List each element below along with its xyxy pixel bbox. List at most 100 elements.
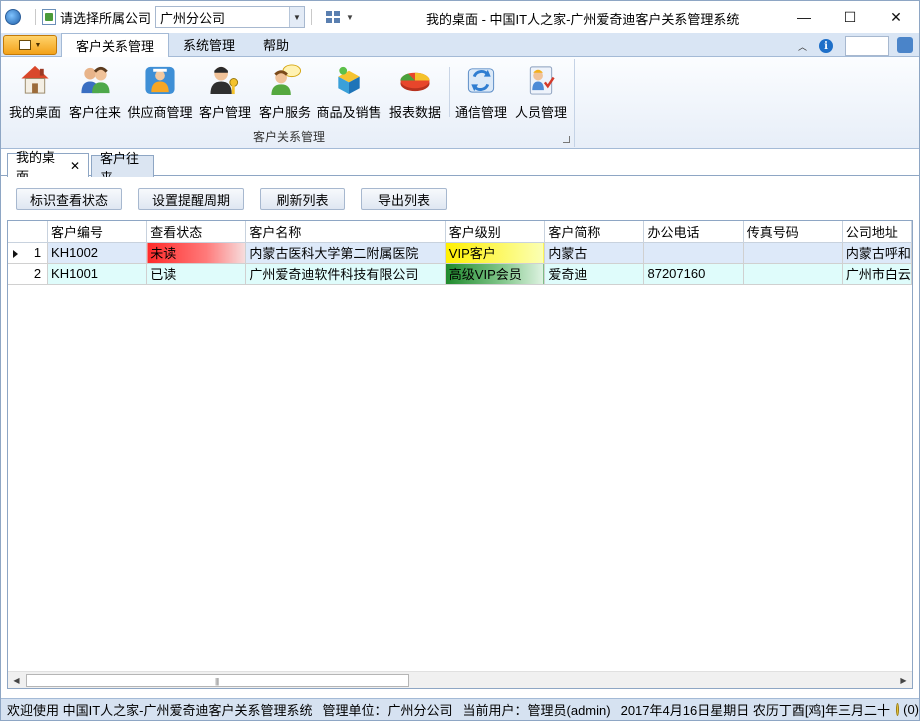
table-row[interactable]: 2 KH1001 已读 广州爱奇迪软件科技有限公司 高级VIP会员 爱奇迪 87…: [8, 263, 912, 285]
column-header[interactable]: 客户级别: [445, 221, 546, 243]
ribbon-button-staff[interactable]: 人员管理: [515, 61, 567, 121]
pie-chart-icon: [400, 72, 430, 92]
ribbon-button-desktop[interactable]: 我的桌面: [9, 61, 61, 121]
user-key-icon: [210, 66, 239, 95]
cell-customer-level[interactable]: VIP客户: [445, 242, 546, 264]
group-launcher-icon[interactable]: [563, 136, 570, 143]
tab-system[interactable]: 系统管理: [169, 33, 249, 56]
supplier-icon: [145, 66, 175, 95]
column-header[interactable]: 办公电话: [643, 221, 744, 243]
ribbon-button-label: 报表数据: [389, 105, 442, 120]
horizontal-scrollbar[interactable]: ◀ ||| ▶: [8, 671, 912, 688]
ribbon-group-label: 客户关系管理: [252, 130, 325, 144]
goods-icon: [338, 66, 360, 95]
scrollbar-grip: |||: [215, 677, 219, 686]
minimize-button[interactable]: —: [781, 1, 827, 33]
chevron-down-icon: ▼: [34, 41, 42, 49]
close-button[interactable]: ✕: [873, 1, 919, 33]
ribbon-separator: [449, 67, 450, 117]
status-notification-count: (0): [903, 702, 919, 717]
ribbon-button-reports[interactable]: 报表数据: [389, 61, 441, 121]
quick-access-toolbar: 请选择所属公司 广州分公司 ▼ ▼: [1, 1, 354, 33]
scrollbar-thumb[interactable]: |||: [26, 674, 409, 687]
export-list-button[interactable]: 导出列表: [361, 188, 447, 210]
set-reminder-button[interactable]: 设置提醒周期: [138, 188, 244, 210]
cell-fax[interactable]: [743, 263, 843, 285]
column-header[interactable]: 客户简称: [544, 221, 645, 243]
column-header[interactable]: 公司地址: [842, 221, 912, 243]
ribbon-right-controls: ︿ i: [798, 36, 889, 56]
cell-address[interactable]: 内蒙古呼和: [842, 242, 912, 264]
status-user: 当前用户：管理员(admin): [462, 703, 611, 718]
ribbon-button-label: 商品及销售: [316, 105, 382, 120]
separator: [35, 9, 36, 25]
cell-view-status[interactable]: 已读: [146, 263, 247, 285]
cell-customer-name[interactable]: 内蒙古医科大学第二附属医院: [245, 242, 446, 264]
notification-icon[interactable]: [896, 703, 900, 716]
ribbon-button-customer-management[interactable]: 客户管理: [199, 61, 251, 121]
ribbon-button-communication[interactable]: 通信管理: [455, 61, 507, 121]
row-number: 2: [33, 266, 42, 281]
ribbon-button-goods-sales[interactable]: 商品及销售: [316, 61, 382, 121]
cell-short-name[interactable]: 内蒙古: [544, 242, 645, 264]
table-row[interactable]: 1 KH1002 未读 内蒙古医科大学第二附属医院 VIP客户 内蒙古 内蒙古呼…: [8, 242, 912, 264]
status-welcome: 欢迎使用 中国IT人之家-广州爱奇迪客户关系管理系统: [7, 703, 313, 718]
staff-icon: [529, 66, 555, 95]
customize-dropdown-icon[interactable]: ▼: [346, 13, 354, 22]
layout-icon[interactable]: [326, 11, 341, 23]
company-select[interactable]: 广州分公司 ▼: [155, 6, 306, 28]
ribbon-tabs: 客户关系管理 系统管理 帮助: [61, 32, 303, 57]
grid-toolbar: 标识查看状态 设置提醒周期 刷新列表 导出列表: [7, 177, 913, 219]
chevron-down-icon[interactable]: ▼: [289, 7, 305, 27]
skin-icon[interactable]: [897, 37, 913, 53]
title-bar: 请选择所属公司 广州分公司 ▼ ▼ 我的桌面 - 中国IT人之家-广州爱奇迪客户…: [1, 1, 919, 33]
doc-tab-customer-contacts[interactable]: 客户往来: [91, 151, 154, 185]
column-header[interactable]: 查看状态: [146, 221, 247, 243]
maximize-button[interactable]: ☐: [827, 1, 873, 33]
cell-customer-level[interactable]: 高级VIP会员: [445, 263, 546, 285]
row-header[interactable]: 2: [8, 263, 49, 285]
doc-tab-desktop[interactable]: 我的桌面 ✕: [7, 150, 89, 184]
sync-icon: [467, 68, 495, 93]
ribbon-tab-bar: ▼ 客户关系管理 系统管理 帮助 ︿ i: [1, 33, 919, 57]
ribbon-button-label: 通信管理: [455, 105, 508, 120]
cell-fax[interactable]: [743, 242, 843, 264]
cell-address[interactable]: 广州市白云: [842, 263, 912, 285]
row-number: 1: [33, 245, 42, 260]
close-icon[interactable]: ✕: [70, 159, 80, 173]
ribbon-button-supplier[interactable]: 供应商管理: [127, 61, 193, 121]
column-header[interactable]: 客户名称: [245, 221, 446, 243]
cell-customer-name[interactable]: 广州爱奇迪软件科技有限公司: [245, 263, 446, 285]
ribbon-button-customer-service[interactable]: 客户服务: [259, 61, 311, 121]
people-icon: [81, 66, 110, 94]
ribbon-button-customer-contacts[interactable]: 客户往来: [69, 61, 121, 121]
cell-office-phone[interactable]: [643, 242, 744, 264]
company-label: 请选择所属公司: [60, 10, 152, 26]
app-menu-icon: [18, 40, 31, 50]
ribbon-button-label: 人员管理: [515, 105, 568, 120]
scroll-right-icon[interactable]: ▶: [895, 672, 912, 688]
column-header[interactable]: 客户编号: [47, 221, 148, 243]
column-header[interactable]: 传真号码: [743, 221, 843, 243]
customer-grid: 客户编号 查看状态 客户名称 客户级别 客户简称 办公电话 传真号码 公司地址 …: [7, 220, 913, 689]
window-title: 我的桌面 - 中国IT人之家-广州爱奇迪客户关系管理系统: [426, 12, 740, 27]
cell-customer-id[interactable]: KH1002: [47, 242, 148, 264]
refresh-list-button[interactable]: 刷新列表: [260, 188, 345, 210]
info-icon[interactable]: i: [819, 39, 833, 53]
app-icon[interactable]: [5, 9, 21, 25]
tab-crm[interactable]: 客户关系管理: [61, 33, 170, 57]
ribbon-search-input[interactable]: [845, 36, 889, 56]
ribbon-button-label: 客户往来: [69, 105, 122, 120]
collapse-ribbon-icon[interactable]: ︿: [798, 40, 807, 53]
row-header[interactable]: 1: [8, 242, 49, 264]
tab-help[interactable]: 帮助: [249, 33, 303, 56]
ribbon-group-crm: 我的桌面 客户往来 供应商管理 客户管理 客户服务 商品及销售 报表数据 通信管…: [3, 59, 575, 147]
cell-view-status[interactable]: 未读: [146, 242, 247, 264]
cell-customer-id[interactable]: KH1001: [47, 263, 148, 285]
document-tab-bar: 我的桌面 ✕ 客户往来: [1, 150, 919, 185]
scroll-left-icon[interactable]: ◀: [8, 672, 25, 688]
mark-status-button[interactable]: 标识查看状态: [16, 188, 122, 210]
application-menu-button[interactable]: ▼: [3, 35, 57, 55]
cell-short-name[interactable]: 爱奇迪: [544, 263, 645, 285]
cell-office-phone[interactable]: 87207160: [643, 263, 744, 285]
